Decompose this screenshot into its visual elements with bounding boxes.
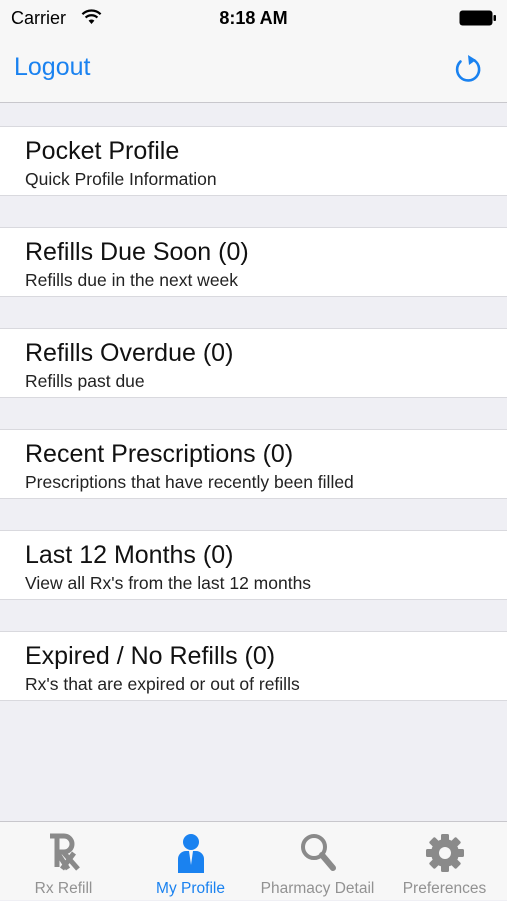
refresh-icon[interactable]: [452, 53, 484, 85]
magnifier-icon: [301, 834, 336, 871]
status-bar: Carrier 8:18 AM: [0, 0, 507, 36]
list-item-pocket-profile[interactable]: Pocket Profile Quick Profile Information: [0, 126, 507, 196]
list-item-expired-no-refills[interactable]: Expired / No Refills (0) Rx's that are e…: [0, 631, 507, 701]
row-subtitle: Quick Profile Information: [25, 169, 217, 189]
row-title: Refills Overdue (0): [25, 339, 234, 367]
row-title: Expired / No Refills (0): [25, 642, 276, 670]
row-title: Pocket Profile: [25, 137, 180, 165]
rx-icon: [50, 833, 80, 871]
row-title: Refills Due Soon (0): [25, 238, 249, 266]
battery-icon: [459, 10, 496, 26]
navigation-bar: Logout: [0, 36, 507, 103]
tab-preferences[interactable]: Preferences: [381, 822, 507, 901]
list-item-last-12-months[interactable]: Last 12 Months (0) View all Rx's from th…: [0, 530, 507, 600]
row-subtitle: Prescriptions that have recently been fi…: [25, 472, 354, 492]
row-subtitle: Rx's that are expired or out of refills: [25, 674, 300, 694]
list-item-refills-overdue[interactable]: Refills Overdue (0) Refills past due: [0, 328, 507, 398]
tab-label: My Profile: [156, 880, 225, 897]
gear-icon: [426, 834, 464, 872]
tab-bar: Rx Refill My Profile Pharmacy Detail Pre…: [0, 821, 507, 900]
tab-label: Pharmacy Detail: [260, 880, 375, 897]
tab-pharmacy-detail[interactable]: Pharmacy Detail: [254, 822, 381, 901]
row-subtitle: Refills due in the next week: [25, 270, 239, 290]
list-item-recent-prescriptions[interactable]: Recent Prescriptions (0) Prescriptions t…: [0, 429, 507, 499]
tab-rx-refill[interactable]: Rx Refill: [0, 822, 127, 901]
tab-my-profile[interactable]: My Profile: [127, 822, 254, 901]
row-subtitle: View all Rx's from the last 12 months: [25, 573, 312, 593]
logout-button[interactable]: Logout: [14, 53, 90, 82]
row-title: Recent Prescriptions (0): [25, 440, 294, 468]
status-time: 8:18 AM: [219, 8, 288, 28]
row-subtitle: Refills past due: [25, 371, 145, 391]
tab-label: Preferences: [402, 880, 487, 897]
row-title: Last 12 Months (0): [25, 541, 234, 569]
list-item-refills-due-soon[interactable]: Refills Due Soon (0) Refills due in the …: [0, 227, 507, 297]
person-icon: [178, 834, 204, 873]
